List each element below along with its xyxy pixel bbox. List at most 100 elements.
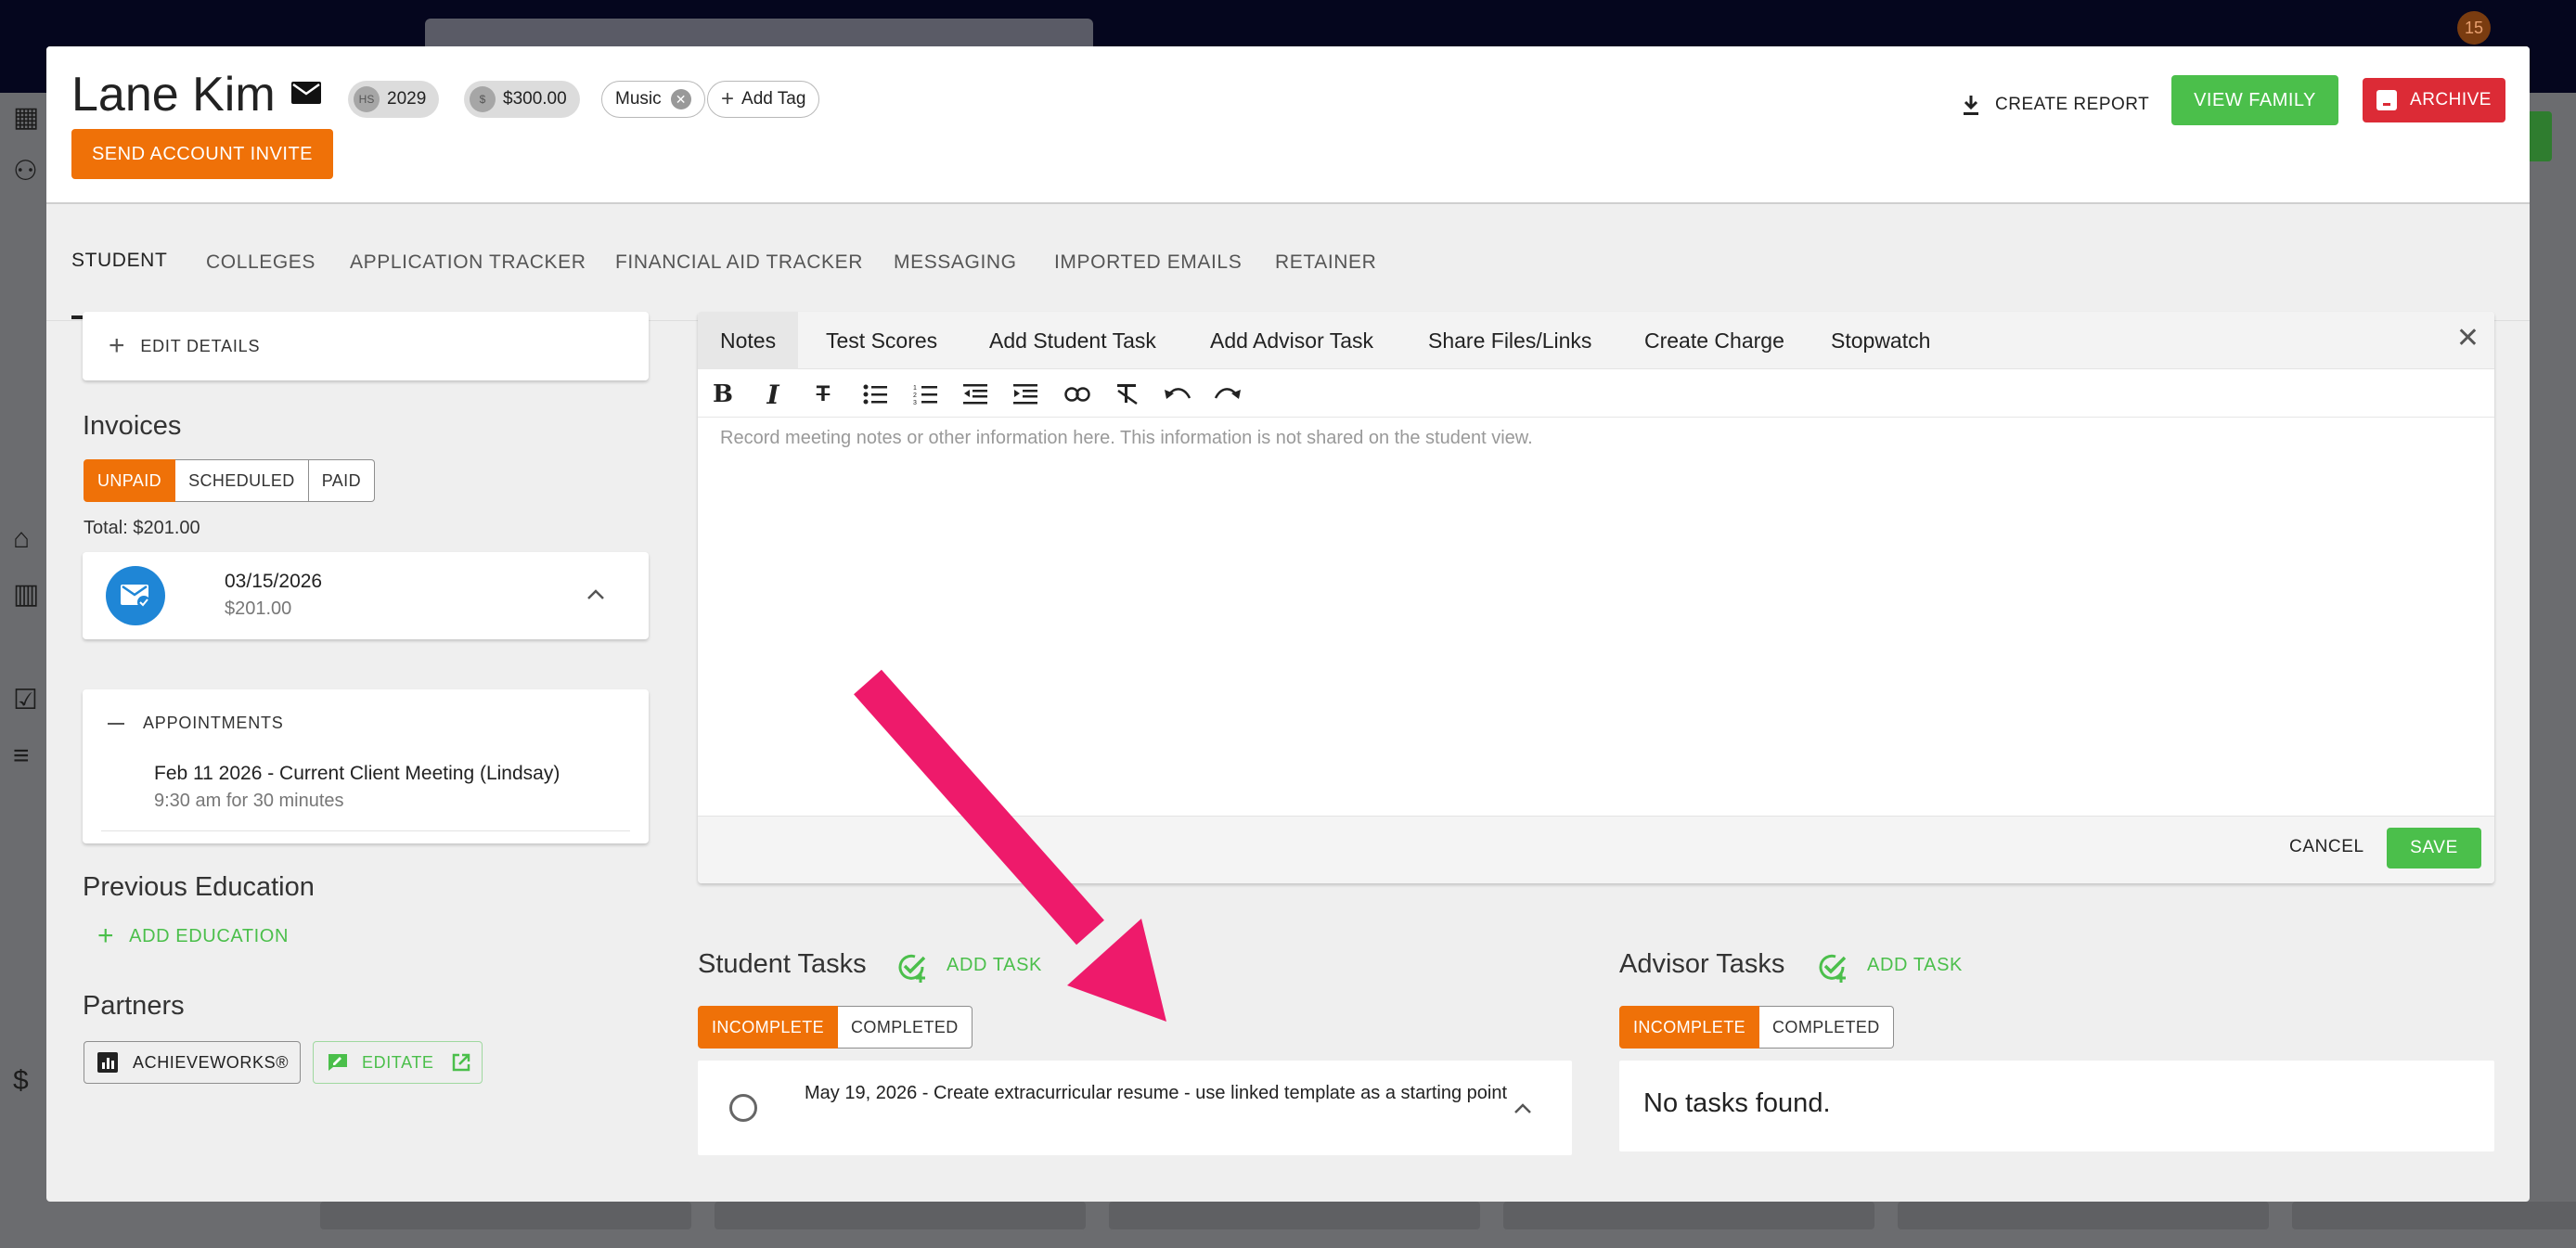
filter-completed[interactable]: COMPLETED: [1759, 1006, 1894, 1049]
clear-format-icon[interactable]: [1114, 380, 1141, 408]
background-card: [715, 1202, 1086, 1229]
editor-footer: CANCEL SAVE: [698, 816, 2494, 883]
bg-people-icon: ⚇: [13, 156, 38, 187]
partners-title: Partners: [83, 991, 185, 1021]
tab-retainer[interactable]: RETAINER: [1275, 206, 1376, 319]
bg-tasks-icon: ☑: [13, 685, 38, 715]
comment-edit-icon: [328, 1054, 347, 1071]
task-text: May 19, 2026 - Create extracurricular re…: [805, 1083, 1508, 1103]
tag-chip-music: Music ✕: [601, 81, 705, 118]
add-advisor-task-button[interactable]: ADD TASK: [1867, 955, 1963, 976]
editor-tab-share-files[interactable]: Share Files/Links: [1428, 312, 1591, 369]
student-name: Lane Kim: [71, 68, 276, 122]
editor-tab-test-scores[interactable]: Test Scores: [826, 312, 937, 369]
bg-dashboard-icon: ▦: [13, 102, 40, 133]
background-card: [1503, 1202, 1874, 1229]
outdent-icon[interactable]: [961, 380, 989, 408]
remove-tag-icon[interactable]: ✕: [670, 89, 691, 109]
undo-icon[interactable]: [1164, 380, 1191, 408]
editor-tab-notes[interactable]: Notes: [698, 312, 799, 369]
student-modal: Lane Kim HS 2029 $ $300.00 Music ✕ + Add…: [46, 46, 2530, 1202]
grad-year: 2029: [387, 89, 427, 109]
filter-incomplete[interactable]: INCOMPLETE: [1619, 1006, 1760, 1049]
no-tasks-text: No tasks found.: [1643, 1088, 1831, 1118]
svg-text:2: 2: [913, 392, 917, 399]
appointments-toggle[interactable]: APPOINTMENTS: [108, 714, 284, 733]
background-card: [1109, 1202, 1480, 1229]
link-icon[interactable]: [1063, 380, 1091, 408]
invoice-date: 03/15/2026: [225, 571, 323, 592]
appointments-label: APPOINTMENTS: [143, 714, 284, 732]
student-tabs: STUDENT COLLEGES APPLICATION TRACKER FIN…: [46, 206, 2530, 321]
filter-completed[interactable]: COMPLETED: [838, 1006, 972, 1049]
divider: [101, 830, 630, 831]
partner-achieveworks-button[interactable]: ACHIEVEWORKS®: [84, 1041, 301, 1084]
archive-icon: [2376, 90, 2398, 110]
svg-text:3: 3: [913, 400, 917, 405]
chart-icon: [97, 1052, 118, 1073]
filter-unpaid[interactable]: UNPAID: [84, 459, 176, 502]
indent-icon[interactable]: [1011, 380, 1039, 408]
editor-tab-stopwatch[interactable]: Stopwatch: [1831, 312, 1930, 369]
create-report-label: CREATE REPORT: [1995, 95, 2150, 114]
check-circle-icon: [898, 954, 926, 983]
chevron-up-icon[interactable]: [1513, 1101, 1532, 1114]
filter-scheduled[interactable]: SCHEDULED: [175, 459, 309, 502]
bg-school-icon: ⌂: [13, 523, 31, 554]
send-account-invite-button[interactable]: SEND ACCOUNT INVITE: [71, 129, 333, 179]
invoice-item[interactable]: 03/15/2026 $201.00: [83, 552, 649, 639]
mail-icon[interactable]: [291, 82, 321, 104]
notes-editor: Notes Test Scores Add Student Task Add A…: [698, 312, 2494, 883]
filter-incomplete[interactable]: INCOMPLETE: [698, 1006, 839, 1049]
editor-tab-add-student-task[interactable]: Add Student Task: [989, 312, 1156, 369]
tab-colleges[interactable]: COLLEGES: [206, 206, 316, 319]
add-student-task-button[interactable]: ADD TASK: [947, 955, 1042, 976]
archive-button[interactable]: ARCHIVE: [2363, 78, 2505, 122]
save-button[interactable]: SAVE: [2387, 828, 2481, 868]
background-card: [320, 1202, 691, 1229]
partner-editate-button[interactable]: EDITATE: [313, 1041, 483, 1084]
close-icon[interactable]: ✕: [2456, 325, 2479, 353]
download-icon: [1964, 96, 1978, 115]
tab-messaging[interactable]: MESSAGING: [894, 206, 1017, 319]
add-education-label: ADD EDUCATION: [129, 925, 290, 946]
cancel-button[interactable]: CANCEL: [2289, 837, 2364, 857]
dollar-avatar: $: [470, 86, 496, 112]
create-report-button[interactable]: CREATE REPORT: [1962, 86, 2149, 123]
tab-financial-aid-tracker[interactable]: FINANCIAL AID TRACKER: [615, 206, 863, 319]
tab-student[interactable]: STUDENT: [71, 206, 206, 319]
edit-details-button[interactable]: + EDIT DETAILS: [83, 312, 649, 380]
invoice-mail-icon: [106, 566, 165, 625]
invoice-filter: UNPAID SCHEDULED PAID: [84, 459, 375, 502]
invoice-amount: $201.00: [225, 598, 292, 619]
appointment-title: Feb 11 2026 - Current Client Meeting (Li…: [154, 763, 560, 784]
edit-details-label: EDIT DETAILS: [140, 336, 261, 355]
complete-task-radio[interactable]: [729, 1094, 757, 1122]
view-family-button[interactable]: VIEW FAMILY: [2171, 75, 2338, 125]
editor-tabs: Notes Test Scores Add Student Task Add A…: [698, 312, 2494, 369]
notes-textarea[interactable]: Record meeting notes or other informatio…: [720, 428, 1533, 449]
bullet-list-icon[interactable]: [861, 380, 889, 408]
tab-imported-emails[interactable]: IMPORTED EMAILS: [1054, 206, 1242, 319]
redo-icon[interactable]: [1214, 380, 1242, 408]
tab-application-tracker[interactable]: APPLICATION TRACKER: [350, 206, 586, 319]
editor-tab-create-charge[interactable]: Create Charge: [1644, 312, 1784, 369]
collapse-icon: [108, 722, 124, 725]
formatting-toolbar: B I T 123: [698, 369, 2494, 418]
chevron-up-icon[interactable]: [586, 587, 605, 600]
italic-icon[interactable]: I: [759, 380, 787, 410]
check-circle-icon: [1819, 954, 1847, 983]
balance-chip: $ $300.00: [464, 81, 580, 118]
bg-columns-icon: ▥: [13, 579, 40, 610]
background-notification-badge: 15: [2457, 11, 2491, 45]
numbered-list-icon[interactable]: 123: [911, 380, 939, 408]
editor-tab-add-advisor-task[interactable]: Add Advisor Task: [1210, 312, 1373, 369]
add-education-button[interactable]: + ADD EDUCATION: [97, 922, 289, 950]
bold-icon[interactable]: B: [709, 380, 737, 408]
partner-label: ACHIEVEWORKS®: [133, 1052, 290, 1072]
filter-paid[interactable]: PAID: [308, 459, 375, 502]
add-tag-button[interactable]: + Add Tag: [707, 81, 820, 118]
task-item[interactable]: May 19, 2026 - Create extracurricular re…: [698, 1061, 1572, 1155]
balance-amount: $300.00: [503, 89, 567, 109]
strikethrough-icon[interactable]: T: [809, 380, 837, 408]
